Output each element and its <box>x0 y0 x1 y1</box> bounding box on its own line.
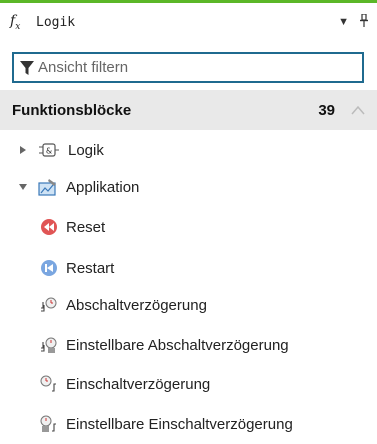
restart-icon <box>41 260 57 276</box>
dropdown-icon[interactable]: ▼ <box>338 16 349 28</box>
section-header-funktionsbloecke[interactable]: Funktionsblöcke 39 <box>0 90 377 130</box>
tree-group-applikation[interactable]: Applikation <box>0 167 377 207</box>
tree-item-reset[interactable]: Reset <box>0 207 377 247</box>
tree-item-restart[interactable]: Restart <box>0 248 377 288</box>
tree-item-label: Einstellbare Abschaltverzögerung <box>66 336 289 354</box>
on-delay-icon <box>40 375 56 392</box>
section-title: Funktionsblöcke <box>12 101 132 119</box>
filter-search-box[interactable] <box>12 52 364 83</box>
function-icon: fx <box>10 12 21 32</box>
off-delay-icon <box>41 297 57 312</box>
pin-icon[interactable] <box>359 13 369 30</box>
application-icon <box>38 179 56 196</box>
tree-item-einstellbare-einschaltverzoegerung[interactable]: Einstellbare Einschaltverzögerung <box>0 404 377 444</box>
filter-icon <box>20 60 34 75</box>
tree-item-label: Restart <box>66 259 115 277</box>
tree-item-label: Einstellbare Einschaltverzögerung <box>66 415 293 433</box>
tree-group-label: Applikation <box>66 178 140 196</box>
tree-item-label: Reset <box>66 218 106 236</box>
filter-input[interactable] <box>34 59 356 76</box>
tree-item-einschaltverzoegerung[interactable]: Einschaltverzögerung <box>0 364 377 404</box>
tree-item-label: Einschaltverzögerung <box>66 375 211 393</box>
chevron-down-icon[interactable] <box>18 182 28 192</box>
tree-item-abschaltverzoegerung[interactable]: Abschaltverzögerung <box>0 285 377 325</box>
panel-titlebar: fx Logik ▼ <box>0 3 377 41</box>
tree-item-label: Abschaltverzögerung <box>66 296 207 314</box>
tree-group-label: Logik <box>68 141 104 159</box>
tree-group-logik[interactable]: & Logik <box>0 130 377 170</box>
chevron-up-icon[interactable] <box>351 105 365 115</box>
adjustable-on-delay-icon <box>40 415 56 432</box>
reset-icon <box>41 219 57 235</box>
logic-block-icon: & <box>39 143 59 157</box>
chevron-right-icon[interactable] <box>18 145 28 155</box>
adjustable-off-delay-icon <box>41 337 57 353</box>
tree-item-einstellbare-abschaltverzoegerung[interactable]: Einstellbare Abschaltverzögerung <box>0 325 377 365</box>
panel-title: Logik <box>36 14 76 30</box>
section-count: 39 <box>318 101 335 119</box>
svg-text:&: & <box>46 147 52 156</box>
